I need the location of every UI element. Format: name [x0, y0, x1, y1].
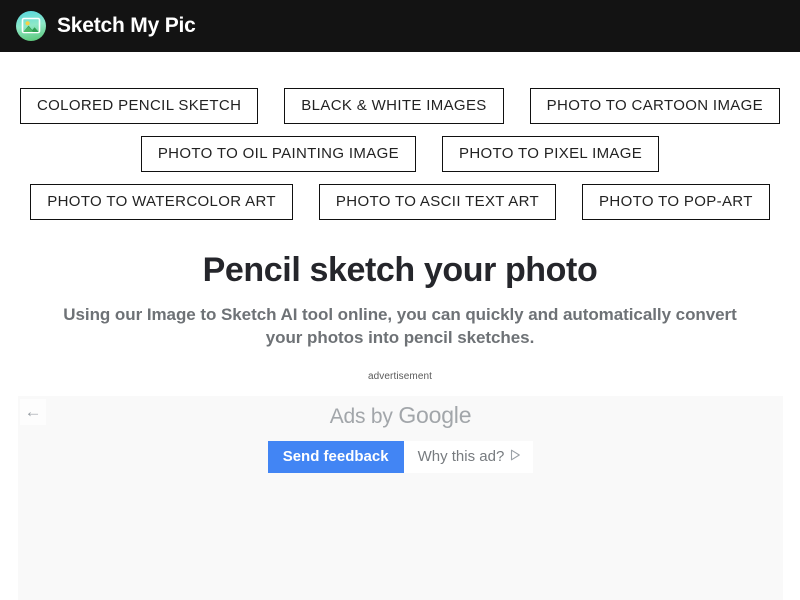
send-feedback-button[interactable]: Send feedback — [267, 441, 404, 473]
advertisement-label: advertisement — [367, 371, 433, 383]
google-brand-text: Google — [398, 402, 472, 428]
category-button-photo-to-ascii-text-art[interactable]: PHOTO TO ASCII TEXT ART — [318, 184, 557, 220]
hero-section: Pencil sketch your photo Using our Image… — [0, 251, 800, 349]
ads-by-prefix: Ads by — [329, 405, 399, 428]
site-title: Sketch My Pic — [57, 14, 196, 37]
category-button-photo-to-pop-art[interactable]: PHOTO TO POP-ART — [582, 184, 770, 220]
site-header: Sketch My Pic — [0, 0, 800, 52]
page-title: Pencil sketch your photo — [202, 251, 598, 289]
category-button-photo-to-cartoon-image[interactable]: PHOTO TO CARTOON IMAGE — [529, 88, 781, 124]
category-row-3: PHOTO TO WATERCOLOR ART PHOTO TO ASCII T… — [0, 184, 800, 220]
category-row-2: PHOTO TO OIL PAINTING IMAGE PHOTO TO PIX… — [0, 136, 800, 172]
category-button-photo-to-pixel-image[interactable]: PHOTO TO PIXEL IMAGE — [442, 136, 660, 172]
triangle-play-icon — [510, 449, 521, 464]
arrow-left-icon[interactable]: ← — [20, 399, 46, 425]
category-button-grid: COLORED PENCIL SKETCH BLACK & WHITE IMAG… — [0, 52, 800, 220]
category-button-photo-to-watercolor-art[interactable]: PHOTO TO WATERCOLOR ART — [30, 184, 293, 220]
ads-by-google-attribution[interactable]: Ads by Google — [18, 396, 783, 429]
why-this-ad-button[interactable]: Why this ad? — [403, 441, 534, 473]
photo-landscape-icon[interactable] — [16, 11, 46, 41]
page-subtitle: Using our Image to Sketch AI tool online… — [63, 305, 737, 348]
ad-button-group: Send feedback Why this ad? — [18, 441, 783, 473]
why-this-ad-label: Why this ad? — [417, 448, 505, 465]
category-button-colored-pencil-sketch[interactable]: COLORED PENCIL SKETCH — [19, 88, 259, 124]
advertisement-panel: ← Ads by Google Send feedback Why this a… — [18, 396, 783, 600]
category-button-black-and-white-images[interactable]: BLACK & WHITE IMAGES — [284, 88, 504, 124]
category-row-1: COLORED PENCIL SKETCH BLACK & WHITE IMAG… — [0, 88, 800, 124]
category-button-photo-to-oil-painting-image[interactable]: PHOTO TO OIL PAINTING IMAGE — [140, 136, 416, 172]
